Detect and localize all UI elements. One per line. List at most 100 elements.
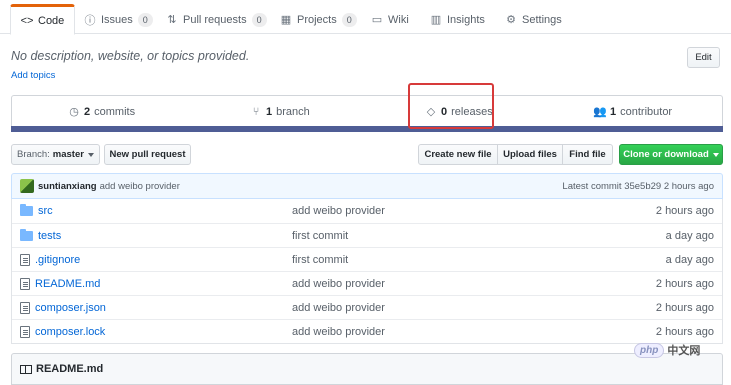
tab-projects-label: Projects <box>297 13 337 26</box>
branch-label: branch <box>276 105 310 118</box>
commit-author[interactable]: suntianxiang <box>38 181 97 192</box>
file-commit-message[interactable]: add weibo provider <box>292 278 385 290</box>
file-name: README.md <box>35 277 101 290</box>
file-age: 2 hours ago <box>655 277 714 290</box>
history-icon: ◷ <box>69 106 79 118</box>
branch-select-button[interactable]: Branch: master <box>11 144 100 165</box>
file-commit-message[interactable]: first commit <box>292 230 348 242</box>
watermark-text: 中文网 <box>667 345 701 357</box>
gear-icon: ⚙ <box>506 14 516 26</box>
file-age: a day ago <box>665 229 714 242</box>
file-icon <box>20 325 30 338</box>
pull-request-icon: ⇅ <box>167 14 177 26</box>
tab-issues[interactable]: ⓘ Issues 0 <box>74 4 163 35</box>
language-bar[interactable] <box>11 126 723 132</box>
contributors-count: 1 <box>610 105 617 118</box>
table-row: .gitignore first commit a day ago <box>12 247 722 271</box>
file-age: 2 hours ago <box>655 325 714 338</box>
tab-insights-label: Insights <box>447 13 485 26</box>
tab-settings-label: Settings <box>522 13 562 26</box>
numbers-summary: ◷ 2 commits ⑂ 1 branch ◇ 0 releases 👥 1 … <box>11 95 723 127</box>
upload-files-button[interactable]: Upload files <box>497 144 563 165</box>
pull-requests-counter: 0 <box>251 12 267 27</box>
tab-wiki-label: Wiki <box>388 13 409 26</box>
new-pull-request-button[interactable]: New pull request <box>104 144 191 165</box>
file-name: tests <box>38 229 62 242</box>
file-name: composer.json <box>35 301 106 314</box>
table-row: composer.lock add weibo provider 2 hours… <box>12 319 722 343</box>
branch-icon: ⑂ <box>252 105 260 118</box>
issue-icon: ⓘ <box>84 14 96 27</box>
commits-label: commits <box>94 105 136 118</box>
file-age: 2 hours ago <box>655 205 714 217</box>
file-list: src add weibo provider 2 hours ago tests… <box>11 199 723 344</box>
book-icon <box>20 364 32 374</box>
repo-description: No description, website, or topics provi… <box>11 49 250 63</box>
contributors-link[interactable]: 👥 1 contributor <box>593 96 673 127</box>
repo-nav-tabs: <> Code ⓘ Issues 0 ⇅ Pull requests 0 ▦ P… <box>0 0 731 35</box>
branches-link[interactable]: ⑂ 1 branch <box>250 96 310 127</box>
file-name: src <box>38 205 53 217</box>
file-commit-message[interactable]: add weibo provider <box>292 302 385 314</box>
file-name-link[interactable]: tests <box>20 228 62 242</box>
file-age: 2 hours ago <box>655 301 714 314</box>
folder-icon <box>20 228 33 241</box>
tab-wiki[interactable]: ▭ Wiki <box>361 4 419 35</box>
latest-commit-bar: suntianxiang add weibo provider Latest c… <box>11 173 723 199</box>
clone-or-download-button[interactable]: Clone or download <box>619 144 723 165</box>
file-name: .gitignore <box>35 253 81 266</box>
file-name-link[interactable]: src <box>20 204 53 217</box>
file-icon <box>20 253 30 266</box>
readme-header: README.md <box>11 353 723 385</box>
branch-name: master <box>52 149 84 160</box>
caret-down-icon <box>87 152 94 157</box>
caret-down-icon <box>712 152 719 157</box>
clone-label: Clone or download <box>623 149 709 160</box>
tab-settings[interactable]: ⚙ Settings <box>495 4 572 35</box>
file-icon <box>20 277 30 290</box>
add-topics-link[interactable]: Add topics <box>11 70 55 81</box>
tab-pull-requests-label: Pull requests <box>183 13 247 26</box>
find-file-button[interactable]: Find file <box>562 144 613 165</box>
file-commit-message[interactable]: add weibo provider <box>292 205 385 217</box>
file-name-link[interactable]: composer.lock <box>20 325 106 338</box>
file-commit-message[interactable]: first commit <box>292 254 348 266</box>
avatar[interactable] <box>20 179 34 193</box>
table-row: tests first commit a day ago <box>12 223 722 247</box>
tab-projects[interactable]: ▦ Projects 0 <box>270 4 367 35</box>
projects-counter: 0 <box>341 12 357 27</box>
tab-code-label: Code <box>38 14 65 27</box>
file-commit-message[interactable]: add weibo provider <box>292 326 385 338</box>
file-name-link[interactable]: .gitignore <box>20 253 81 266</box>
tab-issues-label: Issues <box>101 13 133 26</box>
file-name-link[interactable]: README.md <box>20 277 101 290</box>
latest-commit-info[interactable]: Latest commit 35e5b29 2 hours ago <box>562 181 714 192</box>
branch-count: 1 <box>266 105 273 118</box>
tab-insights[interactable]: ▥ Insights <box>420 4 495 35</box>
table-row: composer.json add weibo provider 2 hours… <box>12 295 722 319</box>
edit-button[interactable]: Edit <box>687 47 720 68</box>
commits-count: 2 <box>84 105 91 118</box>
watermark: php 中文网 <box>634 342 700 358</box>
folder-icon <box>20 204 33 216</box>
watermark-badge: php <box>634 342 665 358</box>
file-name-link[interactable]: composer.json <box>20 301 106 314</box>
graph-icon: ▥ <box>430 14 442 26</box>
file-age: a day ago <box>665 253 714 266</box>
branch-prefix: Branch: <box>17 149 50 160</box>
tab-pull-requests[interactable]: ⇅ Pull requests 0 <box>156 4 277 35</box>
code-icon: <> <box>20 14 34 27</box>
table-row: README.md add weibo provider 2 hours ago <box>12 271 722 295</box>
file-name: composer.lock <box>35 325 106 338</box>
contributors-label: contributor <box>620 105 673 118</box>
create-new-file-button[interactable]: Create new file <box>418 144 498 165</box>
project-icon: ▦ <box>280 14 292 26</box>
file-icon <box>20 301 30 314</box>
commit-message[interactable]: add weibo provider <box>100 181 180 192</box>
releases-highlight-box <box>408 83 494 129</box>
tab-code[interactable]: <> Code <box>10 4 76 35</box>
people-icon: 👥 <box>593 106 607 118</box>
commits-link[interactable]: ◷ 2 commits <box>68 96 135 127</box>
readme-title: README.md <box>36 363 104 375</box>
book-icon: ▭ <box>371 14 383 26</box>
